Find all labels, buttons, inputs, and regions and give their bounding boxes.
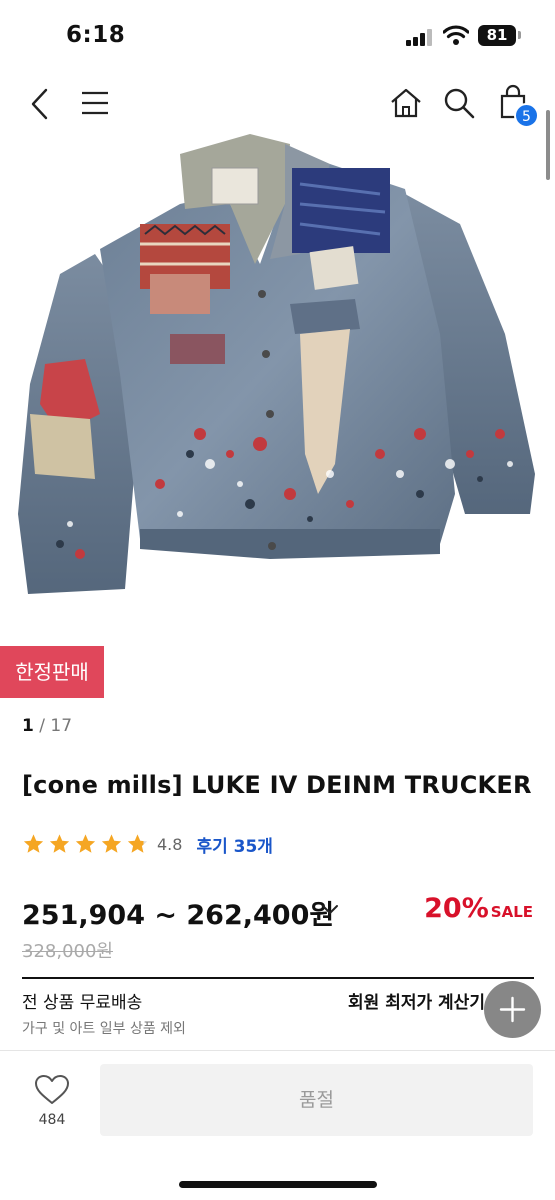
discount: 20% SALE bbox=[424, 893, 533, 924]
shipping-note: 가구 및 아트 일부 상품 제외 bbox=[22, 1021, 186, 1037]
rating-value: 4.8 bbox=[157, 834, 183, 854]
product-title: [cone mills] LUKE IV DEINM TRUCKER bbox=[22, 771, 532, 799]
limited-sale-badge: 한정판매 bbox=[0, 646, 104, 698]
plus-icon bbox=[499, 996, 526, 1023]
battery-tip bbox=[518, 31, 521, 39]
review-count-link[interactable]: 후기 35개 bbox=[196, 832, 273, 857]
star-icon bbox=[23, 834, 44, 853]
discount-rate: 20% bbox=[424, 893, 489, 924]
floating-plus-button[interactable] bbox=[484, 981, 541, 1038]
divider bbox=[0, 1050, 555, 1051]
cart-count-badge: 5 bbox=[514, 103, 539, 128]
status-time: 6:18 bbox=[66, 22, 126, 48]
image-counter-current: 1 bbox=[22, 716, 34, 736]
divider bbox=[22, 977, 534, 979]
rating-stars bbox=[22, 833, 152, 855]
original-price: 328,000원 bbox=[22, 941, 113, 962]
chevron-down-icon[interactable] bbox=[320, 903, 340, 917]
product-image[interactable] bbox=[0, 134, 555, 634]
rating-row: 4.8 후기 35개 bbox=[22, 830, 273, 858]
image-counter-separator: / bbox=[33, 716, 51, 736]
image-counter-total: 17 bbox=[50, 716, 73, 736]
back-icon[interactable] bbox=[30, 88, 50, 120]
home-icon[interactable] bbox=[389, 87, 423, 119]
home-indicator bbox=[179, 1181, 377, 1188]
status-bar: 6:18 81 bbox=[0, 0, 555, 72]
shipping-title: 전 상품 무료배송 bbox=[22, 993, 143, 1013]
member-price-calculator[interactable]: 회원 최저가 계산기 bbox=[348, 988, 485, 1013]
star-half-icon bbox=[127, 834, 148, 853]
heart-icon bbox=[35, 1075, 69, 1104]
price-range: 251,904 ~ 262,400원 bbox=[22, 900, 335, 931]
image-counter: 1 / 17 bbox=[22, 716, 72, 736]
signal-icon bbox=[406, 28, 434, 46]
battery-indicator: 81 bbox=[478, 25, 516, 46]
wishlist-button[interactable]: 484 bbox=[22, 1070, 82, 1134]
star-icon bbox=[49, 834, 70, 853]
search-icon[interactable] bbox=[442, 86, 476, 120]
star-icon bbox=[75, 834, 96, 853]
star-icon bbox=[101, 834, 122, 853]
menu-icon[interactable] bbox=[80, 90, 110, 116]
top-nav bbox=[0, 72, 555, 134]
wish-count: 484 bbox=[38, 1112, 66, 1128]
sold-out-button[interactable]: 품절 bbox=[100, 1064, 533, 1136]
wifi-icon bbox=[443, 25, 469, 45]
sale-label: SALE bbox=[490, 903, 533, 921]
